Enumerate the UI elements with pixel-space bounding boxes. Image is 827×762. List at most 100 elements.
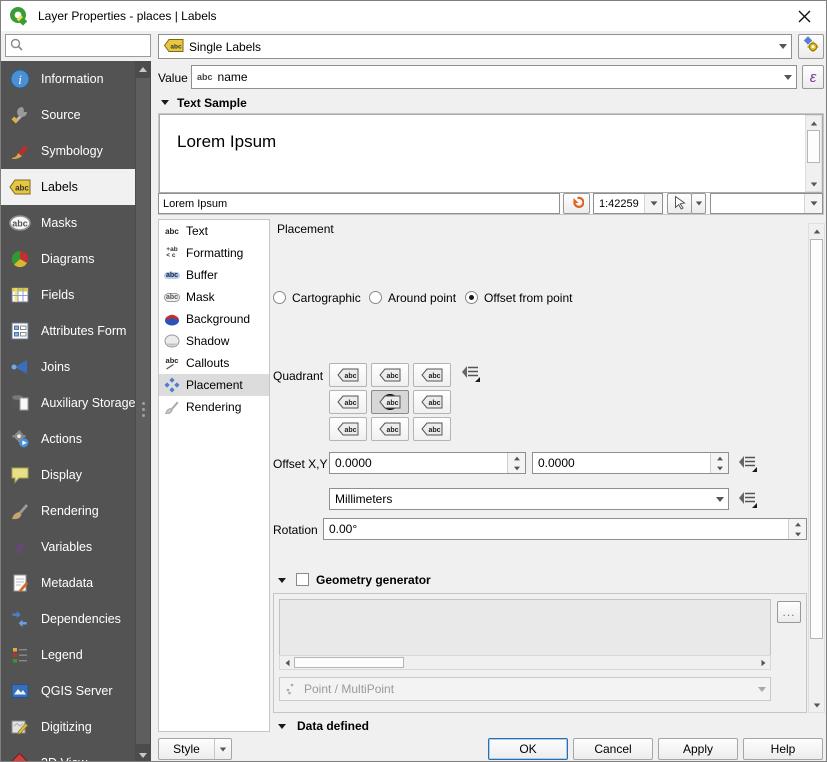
around-point-radio[interactable] <box>369 291 382 304</box>
sidebar-item-masks[interactable]: abc Masks <box>1 205 135 241</box>
tab-shadow[interactable]: Shadow <box>159 330 269 352</box>
offset-from-point-radio-label[interactable]: Offset from point <box>484 291 572 305</box>
geometry-scroll-left-icon[interactable] <box>280 656 294 669</box>
preview-scrollbar[interactable] <box>805 115 822 192</box>
sidebar-scrollbar[interactable] <box>135 61 151 762</box>
offset-x-spin-arrows[interactable] <box>507 453 525 473</box>
quadrant-above-right-button[interactable]: abc <box>413 363 451 387</box>
value-field-dropdown-icon[interactable] <box>779 66 796 88</box>
placement-scroll-thumb[interactable] <box>810 239 823 639</box>
sidebar-item-labels[interactable]: abc Labels <box>1 169 135 205</box>
sidebar-scroll-down-icon[interactable] <box>135 747 151 762</box>
sample-text-field[interactable] <box>158 193 560 214</box>
label-mode-combo[interactable]: abc Single Labels <box>158 34 792 59</box>
close-icon[interactable] <box>790 4 818 28</box>
automated-placement-button[interactable] <box>798 34 824 59</box>
offset-data-defined-icon[interactable] <box>737 454 759 473</box>
geometry-type-dropdown-icon[interactable] <box>753 678 770 700</box>
map-scale-tool-button[interactable] <box>667 193 692 214</box>
geometry-type-combo[interactable]: Point / MultiPoint <box>279 677 771 701</box>
offset-y-spin-arrows[interactable] <box>710 453 728 473</box>
sidebar-item-symbology[interactable]: Symbology <box>1 133 135 169</box>
sidebar-item-rendering[interactable]: Rendering <box>1 493 135 529</box>
apply-button[interactable]: Apply <box>658 738 738 760</box>
tab-placement[interactable]: Placement <box>159 374 269 396</box>
expression-builder-button[interactable]: ε <box>802 65 824 89</box>
offset-x-spinbox[interactable]: 0.0000 <box>329 452 526 474</box>
sidebar-item-joins[interactable]: Joins <box>1 349 135 385</box>
sidebar-item-dependencies[interactable]: Dependencies <box>1 601 135 637</box>
data-defined-collapse-icon[interactable] <box>278 724 286 729</box>
text-sample-collapse-icon[interactable] <box>161 100 169 105</box>
sidebar-item-3d-view[interactable]: 3D View <box>1 745 135 761</box>
geometry-h-scrollbar[interactable] <box>279 655 771 670</box>
preview-scroll-down-icon[interactable] <box>806 177 821 191</box>
quadrant-over-point-button[interactable]: abc <box>371 390 409 414</box>
offset-y-spinbox[interactable]: 0.0000 <box>532 452 729 474</box>
tab-formatting[interactable]: +ab< c Formatting <box>159 242 269 264</box>
geometry-generator-collapse-icon[interactable] <box>278 578 286 583</box>
rotation-spinbox[interactable]: 0.00° <box>323 518 807 540</box>
sidebar-item-auxiliary-storage[interactable]: Auxiliary Storage <box>1 385 135 421</box>
placement-scroll-down-icon[interactable] <box>809 698 824 712</box>
sidebar-item-display[interactable]: Display <box>1 457 135 493</box>
offset-from-point-radio[interactable] <box>465 291 478 304</box>
preview-scroll-up-icon[interactable] <box>806 116 821 130</box>
placement-scroll-up-icon[interactable] <box>809 224 824 238</box>
reset-sample-button[interactable] <box>563 193 590 214</box>
sample-text-input[interactable] <box>159 197 559 211</box>
preview-scale-combo[interactable]: 1:42259 <box>593 193 663 214</box>
sidebar-item-digitizing[interactable]: Digitizing <box>1 709 135 745</box>
search-input[interactable] <box>27 38 150 54</box>
font-preview-combo[interactable] <box>710 193 823 214</box>
geometry-expression-more-button[interactable]: ... <box>777 601 801 623</box>
ok-button[interactable]: OK <box>488 738 568 760</box>
sidebar-scroll-thumb[interactable] <box>136 78 150 744</box>
label-mode-dropdown-icon[interactable] <box>774 35 791 58</box>
tab-rendering[interactable]: Rendering <box>159 396 269 418</box>
sidebar-item-source[interactable]: Source <box>1 97 135 133</box>
sidebar-item-metadata[interactable]: Metadata <box>1 565 135 601</box>
map-scale-tool-dropdown[interactable] <box>691 193 706 214</box>
sidebar-scroll-up-icon[interactable] <box>135 61 151 77</box>
rotation-spin-arrows[interactable] <box>788 519 806 539</box>
cancel-button[interactable]: Cancel <box>573 738 653 760</box>
tab-callouts[interactable]: abc Callouts <box>159 352 269 374</box>
search-box[interactable] <box>5 34 151 57</box>
sidebar-item-fields[interactable]: Fields <box>1 277 135 313</box>
style-button[interactable]: Style <box>158 738 232 760</box>
geometry-generator-checkbox[interactable] <box>296 573 309 586</box>
geometry-scroll-right-icon[interactable] <box>756 656 770 669</box>
sidebar-item-variables[interactable]: ε Variables <box>1 529 135 565</box>
sidebar-item-information[interactable]: i Information <box>1 61 135 97</box>
quadrant-below-button[interactable]: abc <box>371 417 409 441</box>
tab-background[interactable]: Background <box>159 308 269 330</box>
sidebar-item-legend[interactable]: Legend <box>1 637 135 673</box>
quadrant-left-button[interactable]: abc <box>329 390 367 414</box>
tab-buffer[interactable]: abc Buffer <box>159 264 269 286</box>
sidebar-item-diagrams[interactable]: Diagrams <box>1 241 135 277</box>
quadrant-right-button[interactable]: abc <box>413 390 451 414</box>
quadrant-data-defined-icon[interactable] <box>460 364 482 383</box>
quadrant-below-left-button[interactable]: abc <box>329 417 367 441</box>
sidebar-item-attributes-form[interactable]: Attributes Form <box>1 313 135 349</box>
offset-units-dropdown-icon[interactable] <box>711 489 728 509</box>
units-data-defined-icon[interactable] <box>737 490 759 509</box>
tab-mask[interactable]: abc Mask <box>159 286 269 308</box>
offset-units-combo[interactable]: Millimeters <box>329 488 729 510</box>
help-button[interactable]: Help <box>743 738 823 760</box>
sidebar-item-qgis-server[interactable]: QGIS Server <box>1 673 135 709</box>
value-field-combo[interactable]: abc name <box>191 65 797 89</box>
preview-scroll-thumb[interactable] <box>807 130 820 163</box>
around-point-radio-label[interactable]: Around point <box>388 291 456 305</box>
quadrant-below-right-button[interactable]: abc <box>413 417 451 441</box>
geometry-scroll-thumb[interactable] <box>294 657 404 668</box>
font-preview-dropdown-icon[interactable] <box>804 194 822 213</box>
tab-text[interactable]: abc Text <box>159 220 269 242</box>
style-dropdown-icon[interactable] <box>214 739 231 759</box>
quadrant-above-left-button[interactable]: abc <box>329 363 367 387</box>
cartographic-radio[interactable] <box>273 291 286 304</box>
sidebar-item-actions[interactable]: Actions <box>1 421 135 457</box>
scale-dropdown-icon[interactable] <box>644 194 662 213</box>
cartographic-radio-label[interactable]: Cartographic <box>292 291 361 305</box>
